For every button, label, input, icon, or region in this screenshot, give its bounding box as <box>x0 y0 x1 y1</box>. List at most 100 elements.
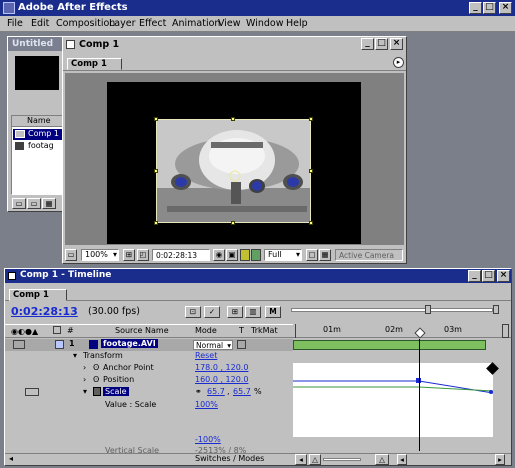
menu-effect[interactable]: Effect <box>139 18 166 29</box>
footage-layer-image[interactable] <box>156 119 311 223</box>
transparency-grid-icon[interactable]: ▦ <box>319 249 331 261</box>
comp-current-time[interactable]: 0:02:28:13 <box>152 249 210 261</box>
timeline-ruler[interactable]: 01m 02m 03m <box>293 324 511 339</box>
project-item-comp[interactable]: Comp 1 <box>13 129 63 140</box>
scale-x-value[interactable]: 65.7 <box>207 387 225 396</box>
switches-modes-toggle[interactable]: Switches / Modes <box>195 454 264 463</box>
handle-bottom-right[interactable] <box>309 221 313 225</box>
scale-row[interactable]: ▾ Scale ⚭ 65.7 , 65.7 % <box>5 387 293 399</box>
menu-composition[interactable]: Composition <box>56 18 115 29</box>
resolution-select[interactable]: Full ▾ <box>264 249 302 261</box>
maximize-icon[interactable]: □ <box>483 2 496 14</box>
transform-reset-link[interactable]: Reset <box>195 351 217 360</box>
column-trkmat-header[interactable]: TrkMat <box>251 326 278 335</box>
menu-help[interactable]: Help <box>286 18 308 29</box>
comp-maximize-icon[interactable]: □ <box>375 38 388 50</box>
draft-3d-icon[interactable]: ▥ <box>245 306 261 318</box>
scale-label[interactable]: Scale <box>103 387 129 396</box>
new-folder-icon[interactable]: ▭ <box>27 198 41 209</box>
eye-icon[interactable] <box>13 340 25 349</box>
region-of-interest-icon[interactable]: ▢ <box>306 249 318 261</box>
time-navigator-handle[interactable] <box>425 305 431 314</box>
zoom-slider[interactable] <box>323 458 361 461</box>
timeline-left-button-icon[interactable]: ◂ <box>9 454 13 463</box>
position-value[interactable]: 160.0 , 120.0 <box>195 375 248 384</box>
channel-color-icon[interactable] <box>240 249 250 261</box>
project-name-header[interactable]: Name <box>12 116 64 127</box>
motion-blur-icon[interactable]: M <box>265 306 281 318</box>
position-twirl-icon[interactable]: › <box>83 375 86 384</box>
zoom-in-icon[interactable]: △ <box>375 454 389 465</box>
tab-comp-1[interactable]: Comp 1 <box>67 58 122 70</box>
column-source-name-header[interactable]: Source Name <box>115 326 169 335</box>
work-area-slider[interactable] <box>291 308 493 312</box>
layer-mode-select[interactable]: Normal ▾ <box>193 340 233 350</box>
project-item-list[interactable]: Name Comp 1 footag <box>11 115 65 195</box>
live-update-icon[interactable]: ⊞ <box>227 306 243 318</box>
position-stopwatch-icon[interactable]: ʘ <box>93 375 99 384</box>
camera-select[interactable]: Active Camera <box>335 249 403 261</box>
anchor-point-value[interactable]: 178.0 , 120.0 <box>195 363 248 372</box>
menu-edit[interactable]: Edit <box>31 18 49 29</box>
timeline-current-time[interactable]: 0:02:28:13 <box>11 305 78 318</box>
twirl-down-icon[interactable]: ▾ <box>73 351 77 360</box>
keyframe-nav-icon[interactable] <box>25 388 39 396</box>
current-time-indicator-head[interactable] <box>414 327 426 339</box>
handle-right[interactable] <box>309 169 313 173</box>
show-snapshot-icon[interactable]: ▣ <box>226 249 238 261</box>
work-area-end-handle[interactable] <box>493 305 499 314</box>
label-column-icon[interactable] <box>53 326 61 334</box>
scroll-right-icon[interactable]: ▸ <box>495 454 505 465</box>
comp-minimize-icon[interactable]: _ <box>361 38 374 50</box>
timeline-maximize-icon[interactable]: □ <box>482 270 495 282</box>
monitor-icon[interactable]: ▭ <box>65 249 77 261</box>
menu-view[interactable]: View <box>218 18 241 29</box>
comp-marker-bin-icon[interactable] <box>502 324 509 338</box>
column-t-header[interactable]: T <box>239 326 244 335</box>
safe-zones-icon[interactable]: ⊞ <box>123 249 135 261</box>
handle-bottom[interactable] <box>231 221 235 225</box>
preserve-transparency-checkbox[interactable] <box>237 340 246 349</box>
project-item-footage[interactable]: footag <box>13 141 63 152</box>
position-row[interactable]: › ʘ Position 160.0 , 120.0 <box>5 375 293 387</box>
layer-name[interactable]: footage.AVI <box>101 339 158 348</box>
scroll-left-icon[interactable]: ◂ <box>397 454 407 465</box>
menu-animation[interactable]: Animation <box>172 18 220 29</box>
menu-window[interactable]: Window <box>246 18 283 29</box>
layer-label-color-icon[interactable] <box>55 340 64 349</box>
av-features-icon[interactable]: ◉◐●▲ <box>11 327 38 336</box>
scale-y-value[interactable]: 65.7 <box>233 387 251 396</box>
handle-bottom-left[interactable] <box>154 221 158 225</box>
menu-file[interactable]: File <box>7 18 23 29</box>
value-graph[interactable] <box>293 363 494 437</box>
anchor-point-row[interactable]: › ʘ Anchor Point 178.0 , 120.0 <box>5 363 293 375</box>
column-mode-header[interactable]: Mode <box>195 326 217 335</box>
comp-marker-icon[interactable]: ⊡ <box>185 306 201 318</box>
snapshot-icon[interactable]: ◰ <box>137 249 149 261</box>
zoom-slider-icon[interactable]: △ <box>309 454 321 465</box>
constrain-proportions-icon[interactable]: ⚭ <box>195 387 202 396</box>
stopwatch-icon[interactable]: ʘ <box>93 363 99 372</box>
zoom-select[interactable]: 100% ▾ <box>81 249 119 261</box>
scale-twirl-icon[interactable]: ▾ <box>83 387 87 396</box>
zoom-out-icon[interactable]: ◂ <box>295 454 307 465</box>
column-number-header[interactable]: # <box>67 326 74 335</box>
scale-stopwatch-icon[interactable] <box>93 387 101 396</box>
handle-top-left[interactable] <box>154 117 158 121</box>
timeline-graph-area[interactable] <box>293 339 511 451</box>
twirl-right-icon[interactable]: › <box>83 363 86 372</box>
project-folder-icon[interactable]: ▭ <box>12 198 26 209</box>
handle-top-right[interactable] <box>309 117 313 121</box>
camera-snapshot-icon[interactable]: ◉ <box>213 249 225 261</box>
tab-timeline-comp-1[interactable]: Comp 1 <box>9 289 67 301</box>
comp-close-icon[interactable]: × <box>390 38 403 50</box>
minimize-icon[interactable]: _ <box>469 2 482 14</box>
channel-green-icon[interactable] <box>251 249 261 261</box>
comp-switch-icon[interactable]: ✓ <box>204 306 220 318</box>
layer-duration-bar[interactable] <box>293 340 486 350</box>
menu-layer[interactable]: Layer <box>109 18 136 29</box>
timeline-minimize-icon[interactable]: _ <box>468 270 481 282</box>
handle-left[interactable] <box>154 169 158 173</box>
timeline-close-icon[interactable]: × <box>497 270 510 282</box>
close-icon[interactable]: × <box>499 2 512 14</box>
